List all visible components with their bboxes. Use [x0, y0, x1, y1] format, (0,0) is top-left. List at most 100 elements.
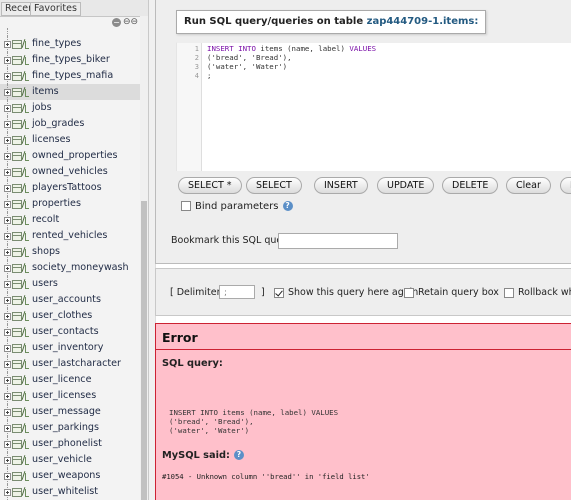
- bookmark-input[interactable]: [278, 233, 398, 249]
- structure-icon[interactable]: [22, 311, 29, 321]
- delimiter-input[interactable]: ;: [219, 285, 255, 299]
- table-name[interactable]: user_clothes: [32, 308, 92, 324]
- table-icon[interactable]: [12, 56, 22, 65]
- table-icon[interactable]: [12, 184, 22, 193]
- structure-icon[interactable]: [22, 55, 29, 65]
- collapse-all-icon[interactable]: −: [112, 17, 121, 27]
- expand-icon[interactable]: [4, 137, 11, 144]
- table-icon[interactable]: [12, 312, 22, 321]
- sidebar-item-table[interactable]: user_clothes: [0, 308, 140, 324]
- expand-icon[interactable]: [4, 185, 11, 192]
- sidebar-item-table[interactable]: society_moneywash: [0, 260, 140, 276]
- table-name[interactable]: fine_types_mafia: [32, 68, 113, 84]
- expand-icon[interactable]: [4, 73, 11, 80]
- sidebar-item-table[interactable]: user_phonelist: [0, 436, 140, 452]
- sidebar-item-table[interactable]: shops: [0, 244, 140, 260]
- expand-icon[interactable]: [4, 473, 11, 480]
- structure-icon[interactable]: [22, 407, 29, 417]
- select-button[interactable]: SELECT: [246, 177, 302, 194]
- structure-icon[interactable]: [22, 391, 29, 401]
- expand-icon[interactable]: [4, 345, 11, 352]
- sidebar-item-table[interactable]: user_whitelist: [0, 484, 140, 500]
- sidebar-item-table[interactable]: fine_types_biker: [0, 52, 140, 68]
- sidebar-item-table[interactable]: owned_vehicles: [0, 164, 140, 180]
- structure-icon[interactable]: [22, 119, 29, 129]
- structure-icon[interactable]: [22, 167, 29, 177]
- sidebar-item-table[interactable]: properties: [0, 196, 140, 212]
- expand-icon[interactable]: [4, 441, 11, 448]
- sql-editor[interactable]: 1 2 3 4 INSERT INTO items (name, label) …: [176, 42, 571, 171]
- table-icon[interactable]: [12, 152, 22, 161]
- structure-icon[interactable]: [22, 423, 29, 433]
- help-icon[interactable]: ?: [282, 201, 293, 211]
- table-name[interactable]: shops: [32, 244, 60, 260]
- table-name[interactable]: owned_vehicles: [32, 164, 108, 180]
- sidebar-scroll-thumb[interactable]: [141, 201, 147, 500]
- table-icon[interactable]: [12, 424, 22, 433]
- expand-icon[interactable]: [4, 153, 11, 160]
- expand-icon[interactable]: [4, 313, 11, 320]
- table-name[interactable]: user_licence: [32, 372, 92, 388]
- sidebar-scrollbar[interactable]: [140, 16, 148, 500]
- sidebar-item-table[interactable]: user_vehicle: [0, 452, 140, 468]
- table-name[interactable]: user_inventory: [32, 340, 103, 356]
- table-name[interactable]: user_contacts: [32, 324, 99, 340]
- expand-icon[interactable]: [4, 297, 11, 304]
- table-icon[interactable]: [12, 136, 22, 145]
- table-name[interactable]: recolt: [32, 212, 59, 228]
- structure-icon[interactable]: [22, 151, 29, 161]
- structure-icon[interactable]: [22, 359, 29, 369]
- tab-favorites[interactable]: Favorites: [30, 2, 81, 16]
- sidebar-item-table[interactable]: recolt: [0, 212, 140, 228]
- expand-icon[interactable]: [4, 425, 11, 432]
- update-button[interactable]: UPDATE: [377, 177, 435, 194]
- table-name[interactable]: fine_types_biker: [32, 52, 110, 68]
- table-icon[interactable]: [12, 216, 22, 225]
- sidebar-item-table[interactable]: user_accounts: [0, 292, 140, 308]
- sidebar-item-table[interactable]: licenses: [0, 132, 140, 148]
- sidebar-item-table[interactable]: users: [0, 276, 140, 292]
- insert-button[interactable]: INSERT: [314, 177, 368, 194]
- table-icon[interactable]: [12, 456, 22, 465]
- sidebar-item-table[interactable]: user_lastcharacter: [0, 356, 140, 372]
- table-icon[interactable]: [12, 392, 22, 401]
- expand-icon[interactable]: [4, 361, 11, 368]
- legend-table-link[interactable]: zap444709-1.items:: [367, 16, 479, 27]
- structure-icon[interactable]: [22, 215, 29, 225]
- table-name[interactable]: user_accounts: [32, 292, 101, 308]
- structure-icon[interactable]: [22, 279, 29, 289]
- expand-icon[interactable]: [4, 329, 11, 336]
- expand-icon[interactable]: [4, 201, 11, 208]
- table-name[interactable]: user_lastcharacter: [32, 356, 121, 372]
- sidebar-item-table[interactable]: user_licence: [0, 372, 140, 388]
- structure-icon[interactable]: [22, 327, 29, 337]
- table-name[interactable]: user_weapons: [32, 468, 100, 484]
- sidebar-item-table[interactable]: items: [0, 84, 140, 100]
- table-icon[interactable]: [12, 360, 22, 369]
- table-icon[interactable]: [12, 440, 22, 449]
- table-icon[interactable]: [12, 264, 22, 273]
- table-icon[interactable]: [12, 280, 22, 289]
- structure-icon[interactable]: [22, 487, 29, 497]
- table-icon[interactable]: [12, 72, 22, 81]
- table-name[interactable]: rented_vehicles: [32, 228, 107, 244]
- table-icon[interactable]: [12, 168, 22, 177]
- structure-icon[interactable]: [22, 295, 29, 305]
- sidebar-item-table[interactable]: playersTattoos: [0, 180, 140, 196]
- table-name[interactable]: properties: [32, 196, 81, 212]
- sidebar-item-table[interactable]: user_contacts: [0, 324, 140, 340]
- bind-parameters-checkbox[interactable]: [181, 201, 191, 211]
- table-name[interactable]: users: [32, 276, 58, 292]
- sidebar-item-table[interactable]: jobs: [0, 100, 140, 116]
- table-icon[interactable]: [12, 408, 22, 417]
- table-icon[interactable]: [12, 232, 22, 241]
- table-name[interactable]: user_parkings: [32, 420, 99, 436]
- retain-checkbox[interactable]: [404, 287, 414, 298]
- expand-icon[interactable]: [4, 233, 11, 240]
- table-name[interactable]: items: [32, 84, 59, 100]
- expand-icon[interactable]: [4, 265, 11, 272]
- delete-button[interactable]: DELETE: [442, 177, 499, 194]
- sidebar-item-table[interactable]: fine_types_mafia: [0, 68, 140, 84]
- table-icon[interactable]: [12, 328, 22, 337]
- expand-icon[interactable]: [4, 281, 11, 288]
